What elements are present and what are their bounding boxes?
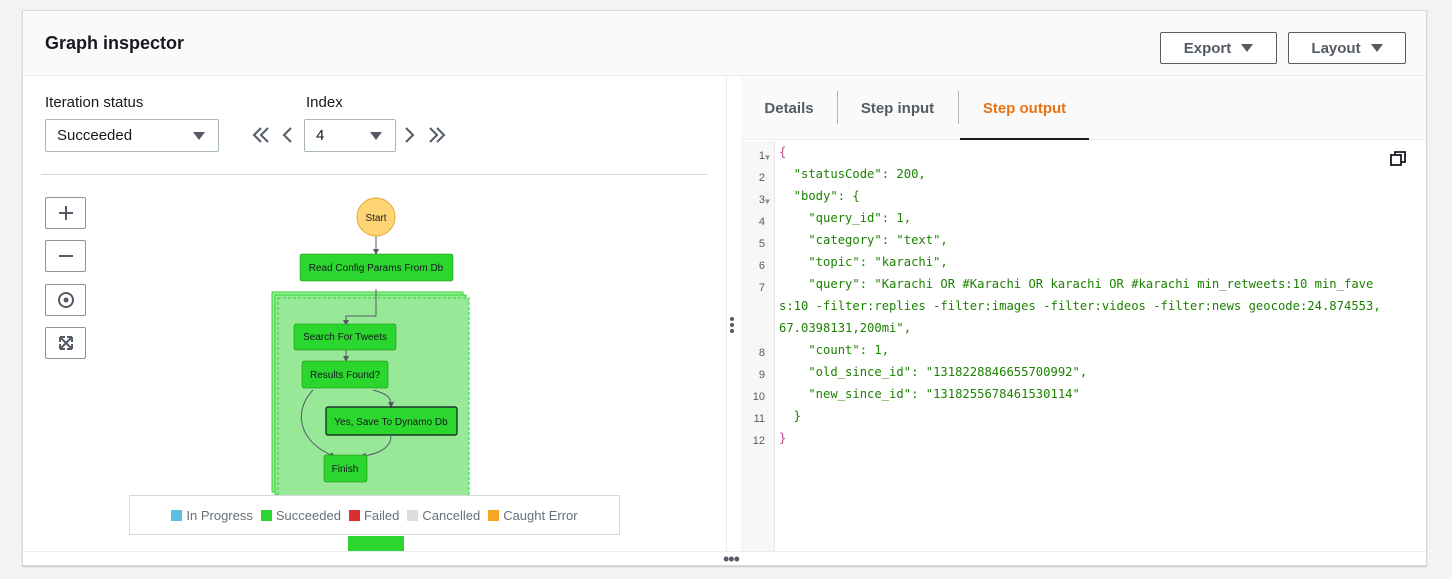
node-finish-label: Finish bbox=[332, 464, 359, 475]
tab-step-output[interactable]: Step output bbox=[960, 92, 1089, 140]
legend-item: Succeeded bbox=[260, 507, 341, 523]
tab-separator bbox=[837, 91, 838, 124]
details-pane: Details Step input Step output 1 2 3 4 5… bbox=[741, 76, 1426, 551]
fold-arrow-icon[interactable]: ▼ bbox=[765, 153, 770, 162]
vertical-resize-handle[interactable] bbox=[726, 76, 741, 551]
node-search-tweets[interactable]: Search For Tweets bbox=[293, 323, 397, 351]
line-number: 6 bbox=[758, 260, 765, 272]
layout-button-label: Layout bbox=[1311, 39, 1361, 57]
node-start-label: Start bbox=[365, 213, 386, 224]
code-line: "category": "text", bbox=[779, 233, 948, 247]
legend-label: In Progress bbox=[186, 507, 253, 523]
legend-label: Failed bbox=[363, 507, 400, 523]
horizontal-resize-handle[interactable]: ••• bbox=[23, 550, 1426, 565]
legend-item: Caught Error bbox=[488, 507, 578, 523]
legend-label: Cancelled bbox=[422, 507, 481, 523]
code-line: "new_since_id": "1318255678461530114" bbox=[779, 387, 1080, 401]
code-line: } bbox=[779, 409, 802, 423]
tab-separator bbox=[958, 91, 959, 124]
legend-item: Cancelled bbox=[407, 508, 480, 523]
legend-swatch-caught-error bbox=[488, 509, 500, 521]
code-line: } bbox=[779, 431, 787, 445]
node-finish[interactable]: Finish bbox=[323, 454, 368, 483]
export-button[interactable]: Export bbox=[1160, 32, 1277, 64]
line-number: 2 bbox=[758, 172, 765, 184]
code-line: "body": { bbox=[779, 189, 860, 203]
code-line: s:10 -filter:replies -filter:images -fil… bbox=[779, 299, 1381, 313]
line-number: 12 bbox=[752, 435, 765, 447]
line-number: 5 bbox=[758, 238, 765, 250]
code-line: "query": "Karachi OR #Karachi OR karachi… bbox=[779, 277, 1374, 291]
tab-bar: Details Step input Step output bbox=[741, 76, 1426, 140]
legend-label: Caught Error bbox=[503, 507, 578, 523]
code-line: "count": 1, bbox=[779, 343, 890, 357]
legend-item: In Progress bbox=[171, 507, 253, 523]
node-read-config[interactable]: Read Config Params From Db bbox=[299, 253, 454, 282]
legend-item: Failed bbox=[348, 507, 400, 523]
code-line: "old_since_id": "1318228846655700992", bbox=[779, 365, 1088, 379]
legend-swatch-cancelled bbox=[407, 509, 419, 521]
legend-swatch-failed bbox=[348, 509, 360, 521]
node-start[interactable]: Start bbox=[356, 197, 396, 237]
code-line: "query_id": 1, bbox=[779, 211, 912, 225]
line-number: 11 bbox=[753, 413, 765, 425]
code-line: "statusCode": 200, bbox=[779, 167, 926, 181]
node-end-partial bbox=[348, 536, 404, 551]
node-results-found-label: Results Found? bbox=[310, 370, 380, 381]
line-number: 4 bbox=[758, 216, 765, 228]
line-number: 10 bbox=[752, 391, 765, 403]
copy-icon[interactable] bbox=[1390, 151, 1406, 167]
node-save-dynamo[interactable]: Yes, Save To Dynamo Db bbox=[325, 406, 458, 436]
export-button-label: Export bbox=[1183, 39, 1232, 57]
step-output-editor[interactable]: 1 2 3 4 5 6 7 8 9 10 11 12 ▼ ▼ { "status… bbox=[741, 141, 1426, 551]
graph-legend: In Progress Succeeded Failed Cancelled C… bbox=[129, 495, 620, 535]
panel-title: Graph inspector bbox=[45, 33, 185, 53]
legend-swatch-in-progress bbox=[171, 509, 183, 521]
map-state-stack bbox=[271, 291, 470, 499]
line-number: 9 bbox=[758, 369, 765, 381]
horizontal-drag-dots-icon[interactable]: ••• bbox=[723, 550, 740, 565]
code-line: 67.0398131,200mi", bbox=[779, 321, 912, 335]
graph-inspector-panel: Graph inspector Export Layout Iteration … bbox=[22, 10, 1427, 566]
line-number-gutter: 1 2 3 4 5 6 7 8 9 10 11 12 ▼ ▼ bbox=[741, 141, 775, 551]
tab-step-input[interactable]: Step input bbox=[841, 92, 954, 140]
legend-swatch-succeeded bbox=[260, 509, 272, 521]
graph-pane: Iteration status Succeeded Index 4 Start… bbox=[23, 76, 726, 551]
tab-details[interactable]: Details bbox=[747, 92, 831, 140]
node-search-tweets-label: Search For Tweets bbox=[303, 332, 387, 343]
line-number: 8 bbox=[758, 347, 765, 359]
code-line: { bbox=[779, 145, 787, 159]
state-machine-graph: Start Read Config Params From Db Search … bbox=[271, 197, 470, 551]
node-read-config-label: Read Config Params From Db bbox=[309, 263, 444, 274]
caret-down-icon bbox=[1370, 44, 1383, 52]
panel-header: Graph inspector Export Layout bbox=[23, 11, 1426, 76]
code-line: "topic": "karachi", bbox=[779, 255, 948, 269]
caret-down-icon bbox=[1241, 44, 1254, 52]
vertical-drag-dots-icon[interactable] bbox=[730, 317, 734, 335]
node-results-found[interactable]: Results Found? bbox=[301, 360, 389, 389]
fold-arrow-icon[interactable]: ▼ bbox=[765, 197, 770, 206]
node-save-dynamo-label: Yes, Save To Dynamo Db bbox=[334, 417, 448, 428]
legend-label: Succeeded bbox=[275, 507, 341, 523]
layout-button[interactable]: Layout bbox=[1288, 32, 1406, 64]
line-number: 7 bbox=[758, 282, 765, 294]
